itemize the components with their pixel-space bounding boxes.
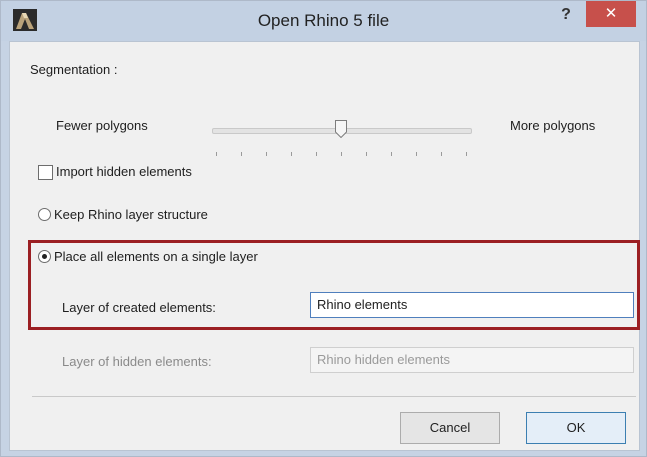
slider-tick bbox=[391, 152, 392, 156]
layer-created-label: Layer of created elements: bbox=[62, 300, 216, 315]
layer-created-field[interactable]: Rhino elements bbox=[310, 292, 634, 318]
import-hidden-label[interactable]: Import hidden elements bbox=[56, 164, 192, 179]
dialog-window: Open Rhino 5 file ? ✕ Segmentation : Few… bbox=[0, 0, 647, 457]
slider-tick bbox=[291, 152, 292, 156]
fewer-polygons-label: Fewer polygons bbox=[56, 118, 148, 133]
slider-tick bbox=[241, 152, 242, 156]
slider-tick bbox=[341, 152, 342, 156]
slider-tick bbox=[366, 152, 367, 156]
dialog-content: Segmentation : Fewer polygons More polyg… bbox=[9, 41, 640, 451]
keep-layer-structure-label[interactable]: Keep Rhino layer structure bbox=[54, 207, 208, 222]
segmentation-slider-thumb[interactable] bbox=[335, 120, 347, 138]
single-layer-radio[interactable] bbox=[38, 250, 51, 263]
close-button[interactable]: ✕ bbox=[586, 1, 636, 27]
more-polygons-label: More polygons bbox=[510, 118, 596, 133]
title-bar[interactable]: Open Rhino 5 file ? ✕ bbox=[1, 1, 646, 41]
close-icon: ✕ bbox=[604, 5, 618, 22]
slider-tick bbox=[466, 152, 467, 156]
slider-tick bbox=[216, 152, 217, 156]
layer-hidden-field: Rhino hidden elements bbox=[310, 347, 634, 373]
import-hidden-checkbox[interactable] bbox=[38, 165, 53, 180]
ok-button[interactable]: OK bbox=[526, 412, 626, 444]
cancel-button[interactable]: Cancel bbox=[400, 412, 500, 444]
slider-tick bbox=[416, 152, 417, 156]
help-button[interactable]: ? bbox=[549, 3, 583, 27]
single-layer-label[interactable]: Place all elements on a single layer bbox=[54, 249, 258, 264]
slider-tick bbox=[266, 152, 267, 156]
separator bbox=[32, 396, 636, 397]
layer-hidden-label: Layer of hidden elements: bbox=[62, 354, 212, 369]
slider-tick bbox=[441, 152, 442, 156]
slider-tick bbox=[316, 152, 317, 156]
keep-layer-structure-radio[interactable] bbox=[38, 208, 51, 221]
segmentation-label: Segmentation : bbox=[30, 62, 118, 77]
